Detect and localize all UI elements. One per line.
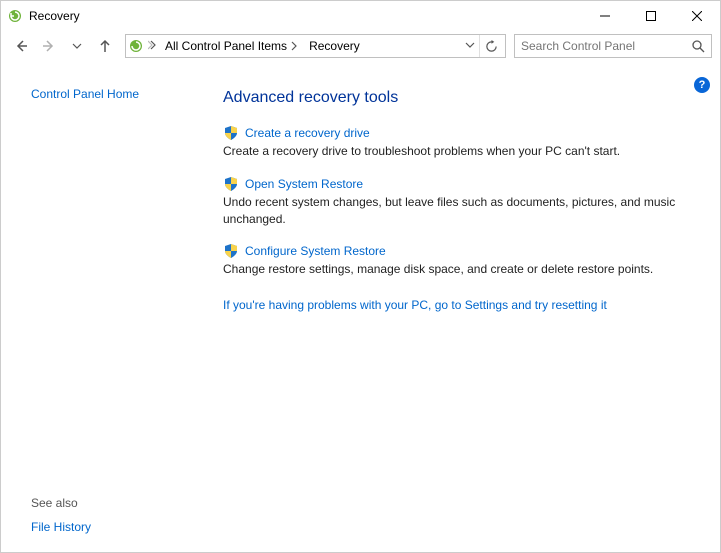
forward-button[interactable] bbox=[37, 34, 61, 58]
back-button[interactable] bbox=[9, 34, 33, 58]
addressbar-dropdown-icon[interactable] bbox=[465, 39, 475, 53]
uac-shield-icon bbox=[223, 176, 239, 192]
refresh-button[interactable] bbox=[479, 35, 503, 57]
chevron-right-icon bbox=[289, 41, 299, 51]
navbar: All Control Panel Items Recovery bbox=[1, 31, 720, 61]
breadcrumb-segment-2[interactable]: Recovery bbox=[306, 35, 363, 57]
search-input[interactable] bbox=[521, 39, 691, 53]
see-also-section: See also File History bbox=[31, 496, 201, 552]
tool-item-open-system-restore: Open System Restore Undo recent system c… bbox=[223, 176, 686, 228]
up-button[interactable] bbox=[93, 34, 117, 58]
create-recovery-drive-link[interactable]: Create a recovery drive bbox=[245, 126, 370, 140]
reset-pc-link[interactable]: If you're having problems with your PC, … bbox=[223, 298, 607, 312]
search-icon bbox=[691, 39, 705, 53]
breadcrumb-label: All Control Panel Items bbox=[165, 39, 287, 53]
breadcrumb-label: Recovery bbox=[309, 39, 360, 53]
sidebar: Control Panel Home See also File History bbox=[1, 63, 201, 552]
see-also-heading: See also bbox=[31, 496, 201, 510]
main-panel: ? Advanced recovery tools Create a recov… bbox=[201, 63, 720, 552]
uac-shield-icon bbox=[223, 243, 239, 259]
titlebar: Recovery bbox=[1, 1, 720, 31]
location-icon bbox=[128, 38, 144, 54]
tool-item-create-recovery-drive: Create a recovery drive Create a recover… bbox=[223, 125, 686, 160]
addressbar[interactable]: All Control Panel Items Recovery bbox=[125, 34, 506, 58]
uac-shield-icon bbox=[223, 125, 239, 141]
tool-item-configure-system-restore: Configure System Restore Change restore … bbox=[223, 243, 686, 278]
file-history-link[interactable]: File History bbox=[31, 520, 91, 534]
configure-system-restore-link[interactable]: Configure System Restore bbox=[245, 244, 386, 258]
window-title: Recovery bbox=[29, 9, 80, 23]
maximize-button[interactable] bbox=[628, 1, 674, 31]
content-area: Control Panel Home See also File History… bbox=[1, 63, 720, 552]
page-heading: Advanced recovery tools bbox=[223, 89, 686, 107]
recent-locations-dropdown[interactable] bbox=[65, 34, 89, 58]
close-button[interactable] bbox=[674, 1, 720, 31]
tool-description: Change restore settings, manage disk spa… bbox=[223, 261, 686, 278]
tool-description: Undo recent system changes, but leave fi… bbox=[223, 194, 686, 228]
help-button[interactable]: ? bbox=[694, 77, 710, 93]
open-system-restore-link[interactable]: Open System Restore bbox=[245, 177, 363, 191]
overflow-chevron-icon[interactable] bbox=[148, 39, 158, 53]
window-controls bbox=[582, 1, 720, 31]
recovery-app-icon bbox=[7, 8, 23, 24]
minimize-button[interactable] bbox=[582, 1, 628, 31]
control-panel-home-link[interactable]: Control Panel Home bbox=[31, 87, 201, 101]
reset-pc-suggestion: If you're having problems with your PC, … bbox=[223, 298, 686, 312]
tool-description: Create a recovery drive to troubleshoot … bbox=[223, 143, 686, 160]
searchbox[interactable] bbox=[514, 34, 712, 58]
breadcrumb-segment-1[interactable]: All Control Panel Items bbox=[162, 35, 302, 57]
